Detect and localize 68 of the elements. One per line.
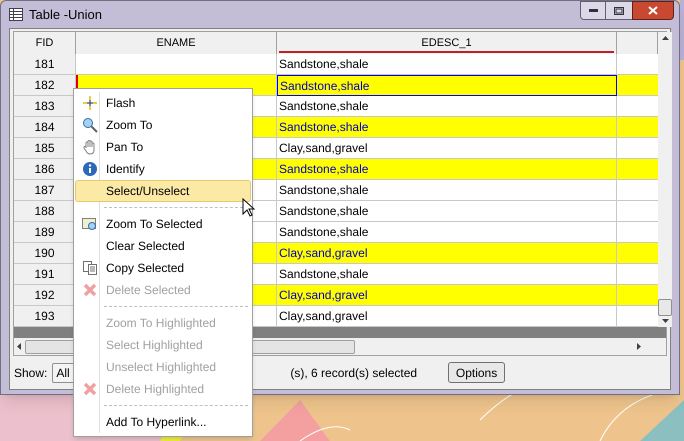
right-arrow-icon	[637, 343, 641, 350]
row-header[interactable]: 187	[14, 180, 76, 201]
column-header[interactable]: FID	[14, 32, 76, 54]
row-header[interactable]: 183	[14, 96, 76, 117]
row-header[interactable]: 191	[14, 264, 76, 285]
row-header[interactable]: 193	[14, 306, 76, 327]
column-header[interactable]	[617, 32, 658, 54]
row-header[interactable]: 184	[14, 117, 76, 138]
menu-item[interactable]: Select/Unselect	[75, 180, 251, 202]
maximize-button[interactable]	[606, 1, 632, 20]
menu-item[interactable]: Identify	[75, 158, 251, 180]
table-cell: Sandstone,shale	[277, 117, 617, 138]
menu-item[interactable]: Clear Selected	[75, 235, 251, 257]
table-cell: Sandstone,shale	[277, 159, 617, 180]
table-cell: Sandstone,shale	[277, 180, 617, 201]
table-cell: Sandstone,shale	[277, 264, 617, 285]
row-header[interactable]: 185	[14, 138, 76, 159]
delete-icon	[82, 381, 98, 397]
delete-icon	[82, 282, 98, 298]
table-cell	[617, 285, 658, 306]
copy-icon	[82, 260, 98, 276]
table-cell	[617, 243, 658, 264]
table-cell: Sandstone,shale	[277, 201, 617, 222]
row-header[interactable]: 190	[14, 243, 76, 264]
info-icon	[82, 161, 98, 177]
menu-item[interactable]: Add To Hyperlink...	[75, 411, 251, 433]
vertical-scrollbar[interactable]	[658, 32, 672, 327]
table-cell: Sandstone,shale	[277, 54, 617, 75]
column-header[interactable]: ENAME	[76, 32, 277, 54]
minimize-icon	[588, 9, 598, 12]
table-cell: Clay,sand,gravel	[277, 138, 617, 159]
show-label: Show:	[14, 364, 48, 382]
minimize-button[interactable]	[580, 1, 606, 20]
menu-item[interactable]: Flash	[75, 92, 251, 114]
table-cell: Clay,sand,gravel	[277, 243, 617, 264]
close-button[interactable]	[632, 1, 674, 20]
table-cell: Sandstone,shale	[277, 222, 617, 243]
row-header[interactable]: 182	[14, 75, 76, 96]
table-cell: Clay,sand,gravel	[277, 306, 617, 327]
sparkle-icon	[82, 95, 98, 111]
row-header[interactable]: 192	[14, 285, 76, 306]
row-header[interactable]: 181	[14, 54, 76, 75]
row-header[interactable]: 189	[14, 222, 76, 243]
magnifier-icon	[82, 117, 98, 133]
menu-item[interactable]: Copy Selected	[75, 257, 251, 279]
options-button[interactable]: Options	[448, 362, 506, 383]
table-cell	[617, 75, 658, 96]
table-cell: Sandstone,shale	[277, 75, 617, 96]
menu-item[interactable]: Zoom To Selected	[75, 213, 251, 235]
maximize-icon	[614, 6, 624, 14]
scroll-thumb[interactable]	[658, 299, 672, 316]
table-cell: Sandstone,shale	[277, 96, 617, 117]
close-icon	[648, 6, 658, 15]
zoom-window-icon	[82, 216, 98, 232]
up-arrow-icon	[662, 36, 668, 40]
row-header[interactable]: 186	[14, 159, 76, 180]
table-cell: Clay,sand,gravel	[277, 285, 617, 306]
down-arrow-icon	[662, 319, 668, 323]
left-arrow-icon	[17, 343, 21, 350]
row-header[interactable]: 188	[14, 201, 76, 222]
table-icon	[9, 8, 23, 21]
menu-item[interactable]: Zoom To	[75, 114, 251, 136]
menu-item[interactable]: Pan To	[75, 136, 251, 158]
table-cell	[617, 117, 658, 138]
record-count-text: (s), 6 record(s) selected	[290, 364, 418, 382]
table-cell	[617, 159, 658, 180]
column-header[interactable]: EDESC_1	[277, 32, 617, 54]
window-title: Table -Union	[29, 6, 102, 24]
